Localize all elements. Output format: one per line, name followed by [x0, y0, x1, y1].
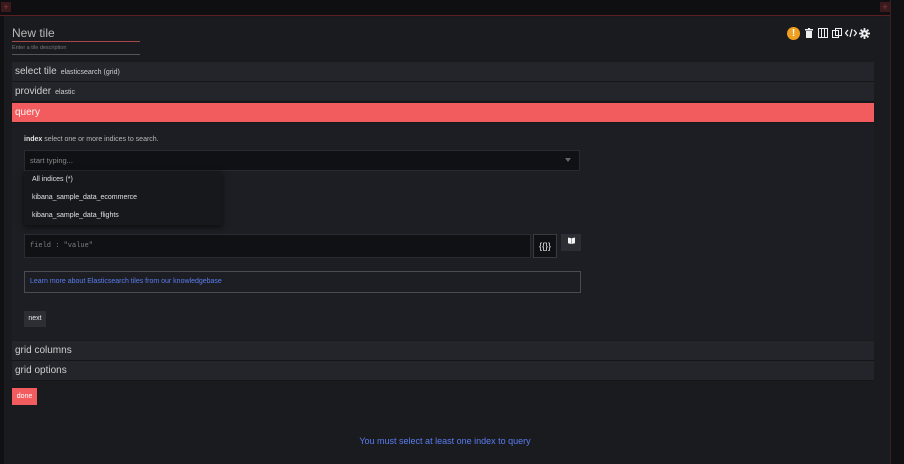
tile-title-input[interactable]: New tile [12, 26, 140, 42]
index-hint: select one or more indices to search. [44, 136, 159, 143]
index-dropdown: All indices (*) kibana_sample_data_ecomm… [24, 171, 222, 225]
expand-icon[interactable]: + [1, 2, 11, 12]
dropdown-option[interactable]: kibana_sample_data_flights [24, 207, 222, 225]
section-grid-options[interactable]: grid options [12, 361, 874, 381]
knowledgebase-link[interactable]: Learn more about Elasticsearch tiles fro… [24, 271, 581, 293]
tile-toolbar: ! [787, 26, 870, 40]
section-value: elasticsearch (grid) [60, 69, 120, 76]
section-value: elastic [55, 89, 75, 96]
columns-icon[interactable] [817, 27, 828, 39]
collapse-icon[interactable]: + [880, 2, 890, 12]
dropdown-option[interactable]: All indices (*) [24, 171, 222, 189]
template-braces-button[interactable]: {{}} [533, 234, 557, 258]
validation-message: You must select at least one index to qu… [359, 436, 531, 446]
section-select-tile[interactable]: select tile elasticsearch (grid) [12, 62, 874, 82]
dropdown-option[interactable]: kibana_sample_data_ecommerce [24, 189, 222, 207]
done-button[interactable]: done [12, 388, 37, 405]
index-select[interactable]: start typing... [24, 150, 580, 171]
index-label: index select one or more indices to sear… [24, 136, 159, 143]
section-query[interactable]: query [12, 103, 874, 123]
warning-icon[interactable]: ! [787, 26, 800, 40]
section-label: provider [15, 86, 52, 97]
book-icon[interactable] [561, 234, 581, 251]
chevron-down-icon[interactable] [565, 158, 571, 162]
section-label: select tile [15, 66, 57, 77]
scrollbar[interactable] [890, 0, 904, 464]
tile-description-input[interactable]: Enter a tile description [12, 45, 140, 55]
index-select-placeholder: start typing... [30, 156, 73, 165]
section-label: query [15, 107, 41, 118]
trash-icon[interactable] [803, 27, 814, 39]
section-label: grid options [15, 365, 67, 376]
gear-icon[interactable] [859, 27, 870, 39]
copy-icon[interactable] [831, 27, 842, 39]
section-label: grid columns [15, 345, 72, 356]
index-label-title: index [24, 136, 43, 143]
top-strip: + + [0, 0, 904, 16]
query-input[interactable]: field : "value" [24, 234, 531, 258]
section-grid-columns[interactable]: grid columns [12, 341, 874, 361]
app-frame: + + New tile Enter a tile description ! … [0, 0, 904, 464]
section-provider[interactable]: provider elastic [12, 82, 874, 102]
next-button[interactable]: next [24, 311, 46, 327]
code-icon[interactable] [844, 28, 858, 39]
